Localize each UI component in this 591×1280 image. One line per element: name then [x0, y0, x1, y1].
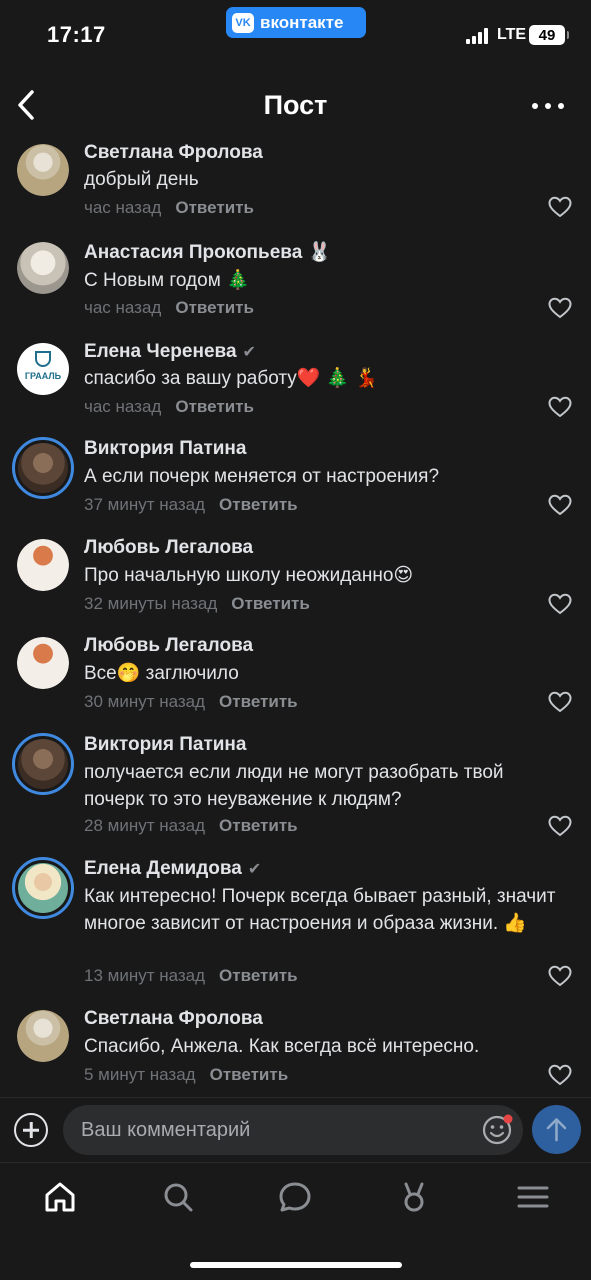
- network-type: LTE: [497, 26, 527, 43]
- comment-meta: 32 минуты назад Ответить: [84, 594, 310, 614]
- menu-icon[interactable]: [515, 1179, 551, 1215]
- vk-logo-icon: VK: [232, 12, 254, 33]
- comment-text: Все🤭 заглючило: [84, 663, 239, 684]
- vk-app-badge-label: вконтакте: [260, 12, 344, 32]
- heart-icon[interactable]: [548, 691, 572, 713]
- status-bar: 17:17 VK вконтакте LTE 49: [0, 0, 591, 70]
- comment-meta: 5 минут назад Ответить: [84, 1065, 288, 1085]
- heart-icon[interactable]: [548, 196, 572, 218]
- messages-icon[interactable]: [277, 1179, 313, 1215]
- avatar[interactable]: [17, 1010, 69, 1062]
- vk-app-badge[interactable]: VK вконтакте: [226, 7, 366, 38]
- reply-button[interactable]: Ответить: [219, 966, 298, 985]
- comment-author[interactable]: Светлана Фролова: [84, 1008, 263, 1030]
- signal-icon: [466, 28, 490, 44]
- comment-author[interactable]: Елена Демидова ✔: [84, 858, 261, 880]
- grail-logo-icon: [35, 351, 51, 367]
- home-indicator[interactable]: [190, 1262, 402, 1268]
- battery-icon: 49: [529, 25, 569, 45]
- page-title: Пост: [263, 90, 328, 120]
- reply-button[interactable]: Ответить: [175, 397, 254, 416]
- comment-meta: час назад Ответить: [84, 397, 254, 417]
- comment-time: 28 минут назад: [84, 816, 206, 835]
- heart-icon[interactable]: [548, 494, 572, 516]
- avatar[interactable]: [17, 637, 69, 689]
- avatar[interactable]: [12, 437, 74, 499]
- comment-author[interactable]: Светлана Фролова: [84, 142, 263, 164]
- comment-author[interactable]: Виктория Патина: [84, 438, 246, 460]
- comment-time: час назад: [84, 198, 162, 217]
- reply-button[interactable]: Ответить: [210, 1065, 289, 1084]
- heart-icon[interactable]: [548, 965, 572, 987]
- comment-time: час назад: [84, 397, 162, 416]
- home-icon[interactable]: [42, 1179, 78, 1215]
- comment-text: С Новым годом 🎄: [84, 270, 250, 291]
- comment-composer: Ваш комментарий: [0, 1097, 591, 1161]
- more-horizontal-icon[interactable]: [532, 94, 564, 118]
- heart-icon[interactable]: [548, 396, 572, 418]
- reply-button[interactable]: Ответить: [219, 692, 298, 711]
- avatar[interactable]: [12, 857, 74, 919]
- comment-text: получается если люди не могут разобрать …: [84, 762, 504, 810]
- comment-text: Спасибо, Анжела. Как всегда всё интересн…: [84, 1036, 480, 1057]
- reply-button[interactable]: Ответить: [175, 198, 254, 217]
- comment-author[interactable]: Любовь Легалова: [84, 537, 253, 559]
- comment-time: 32 минуты назад: [84, 594, 218, 613]
- comment-author[interactable]: Любовь Легалова: [84, 635, 253, 657]
- comment-meta: 30 минут назад Ответить: [84, 692, 298, 712]
- comment-time: 30 минут назад: [84, 692, 206, 711]
- reply-button[interactable]: Ответить: [219, 495, 298, 514]
- heart-icon[interactable]: [548, 815, 572, 837]
- comment-author[interactable]: Анастасия Прокопьева 🐰: [84, 240, 331, 264]
- comment-input[interactable]: Ваш комментарий: [63, 1105, 523, 1155]
- comment-time: 13 минут назад: [84, 966, 206, 985]
- battery-level: 49: [538, 26, 556, 44]
- status-time: 17:17: [47, 22, 106, 47]
- comment-meta: 37 минут назад Ответить: [84, 495, 298, 515]
- comment-text: Про начальную школу неожиданно😍: [84, 565, 414, 586]
- comment-time: 37 минут назад: [84, 495, 206, 514]
- reply-button[interactable]: Ответить: [175, 298, 254, 317]
- clips-icon[interactable]: [396, 1179, 432, 1215]
- avatar[interactable]: [12, 733, 74, 795]
- heart-icon[interactable]: [548, 1064, 572, 1086]
- comment-meta: 28 минут назад Ответить: [84, 816, 298, 836]
- avatar[interactable]: [17, 144, 69, 196]
- comment-text: А если почерк меняется от настроения?: [84, 466, 440, 487]
- comment-author[interactable]: Виктория Патина: [84, 734, 246, 756]
- bottom-tab-bar: [0, 1162, 591, 1232]
- comment-text: добрый день: [84, 169, 199, 190]
- verified-check-icon: ✔: [247, 861, 262, 878]
- comment-time: 5 минут назад: [84, 1065, 196, 1084]
- avatar[interactable]: [17, 539, 69, 591]
- comment-meta: 13 минут назад Ответить: [84, 966, 298, 986]
- heart-icon[interactable]: [548, 297, 572, 319]
- comment-time: час назад: [84, 298, 162, 317]
- comment-text: Как интересно! Почерк всегда бывает разн…: [84, 886, 556, 934]
- comment-input-placeholder: Ваш комментарий: [81, 1119, 251, 1141]
- send-button[interactable]: [532, 1105, 581, 1154]
- search-icon[interactable]: [160, 1179, 196, 1215]
- comment-meta: час назад Ответить: [84, 198, 254, 218]
- comment-author[interactable]: Елена Черенева ✔: [84, 341, 256, 363]
- avatar[interactable]: [17, 242, 69, 294]
- reply-button[interactable]: Ответить: [219, 816, 298, 835]
- heart-icon[interactable]: [548, 593, 572, 615]
- comment-meta: час назад Ответить: [84, 298, 254, 318]
- comment-text: спасибо за вашу работу❤️ 🎄 💃: [84, 368, 379, 389]
- nav-header: Пост: [0, 70, 591, 142]
- avatar-logo-text: ГРААЛЬ: [24, 371, 62, 381]
- emoji-badge: 🐰: [307, 242, 332, 263]
- avatar[interactable]: ГРААЛЬ: [17, 343, 69, 395]
- verified-check-icon: ✔: [242, 344, 256, 361]
- emoji-icon[interactable]: [481, 1114, 513, 1146]
- add-attachment-icon[interactable]: [14, 1113, 48, 1147]
- reply-button[interactable]: Ответить: [231, 594, 310, 613]
